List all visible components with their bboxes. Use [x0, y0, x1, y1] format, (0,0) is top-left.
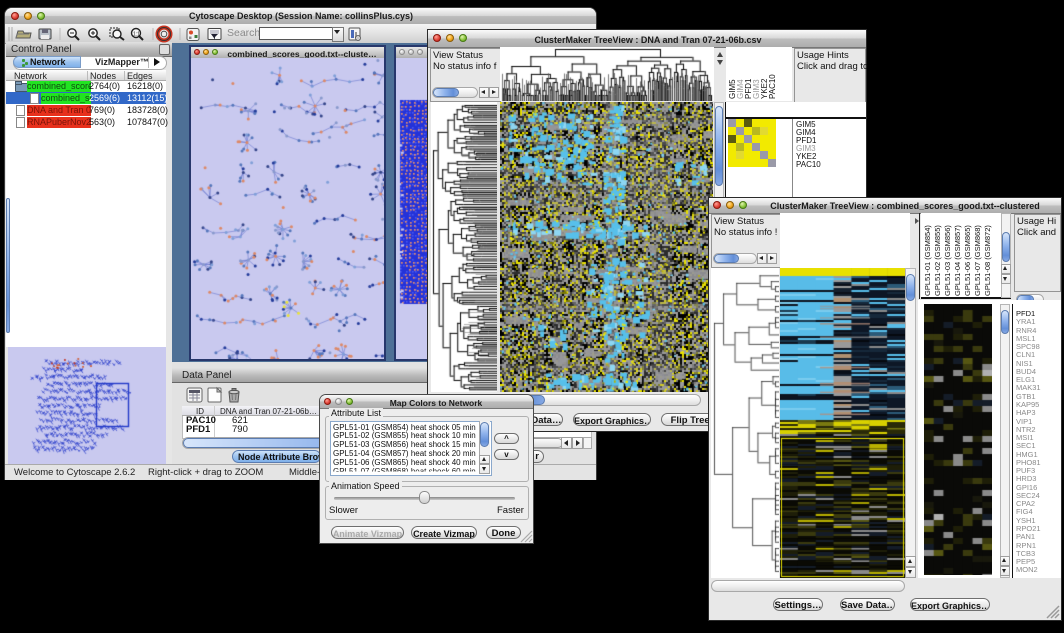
- svg-text:1:1: 1:1: [133, 32, 140, 38]
